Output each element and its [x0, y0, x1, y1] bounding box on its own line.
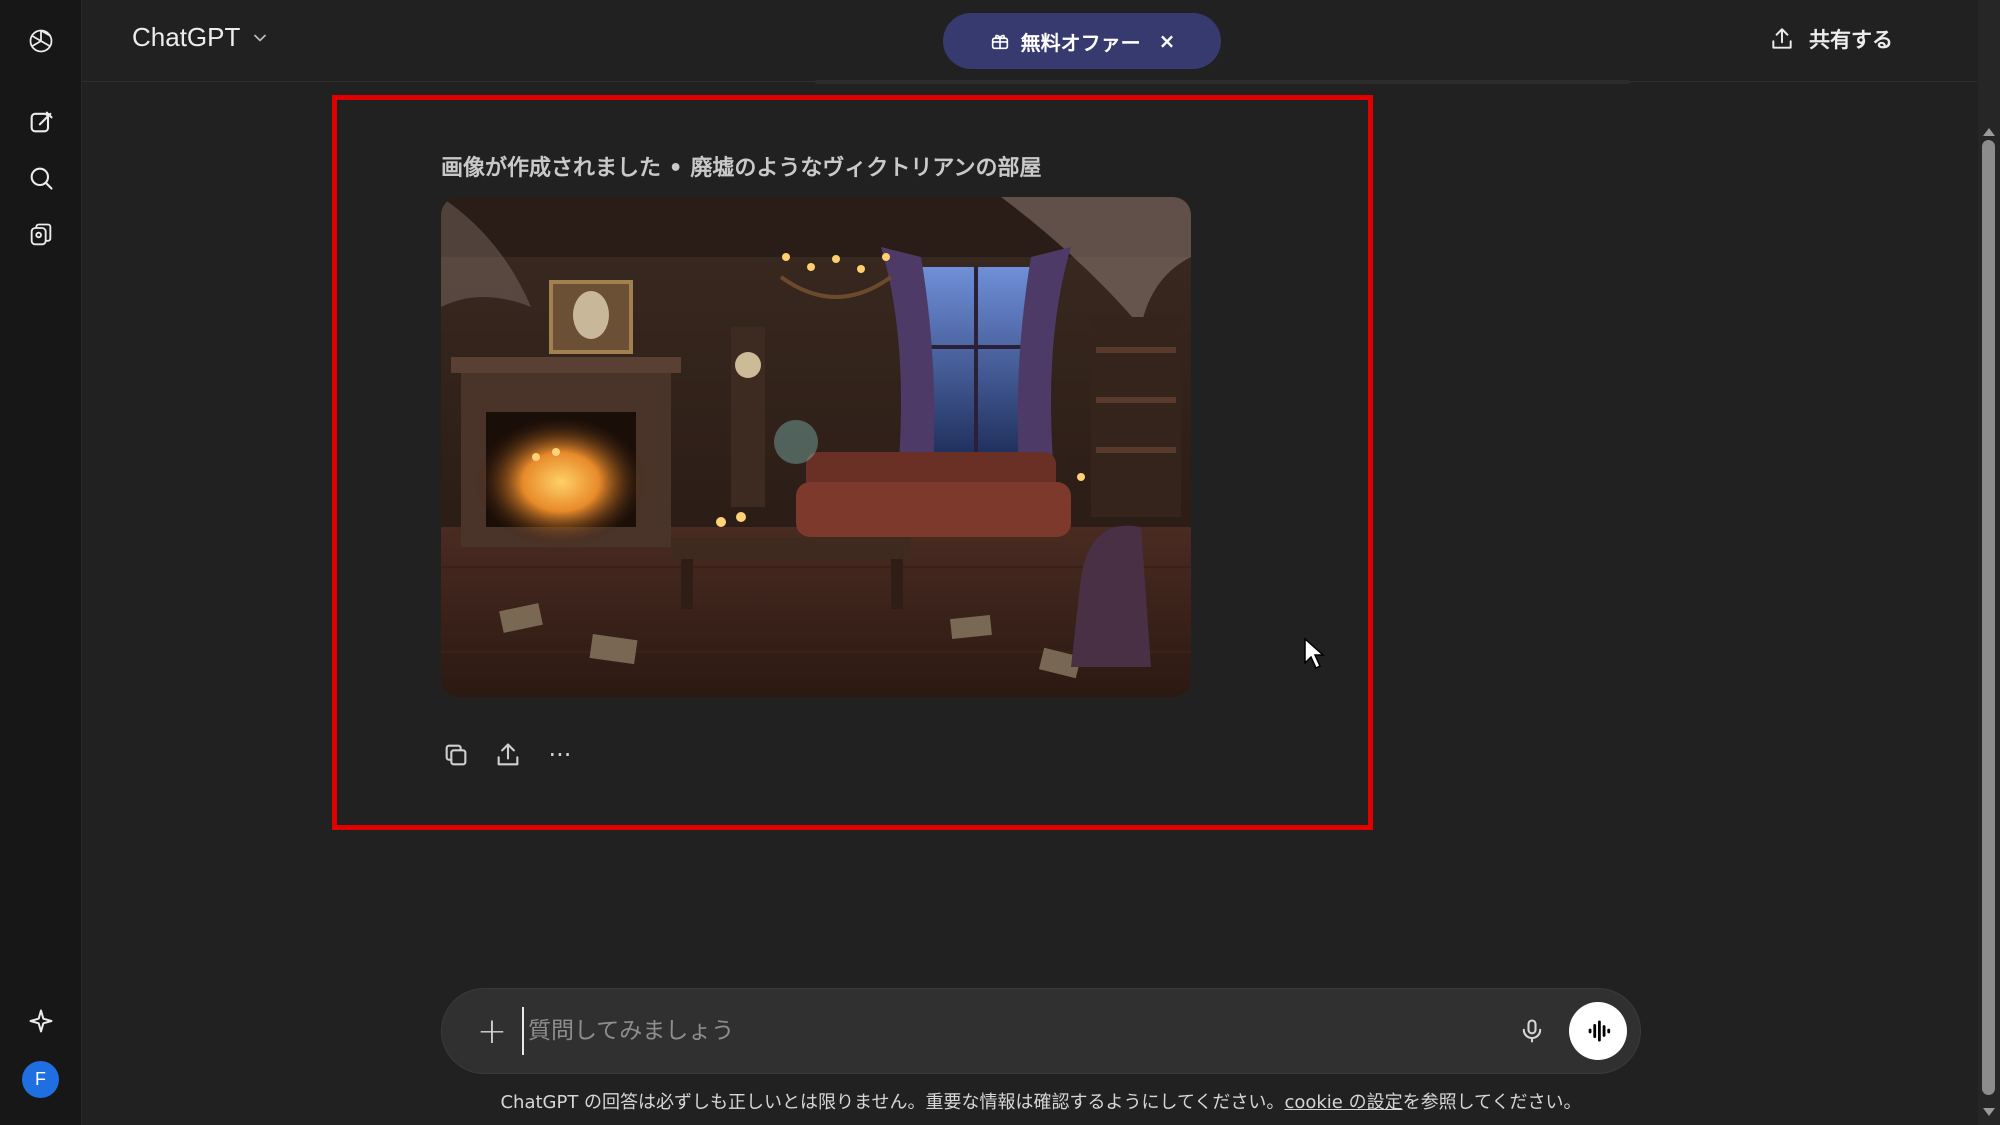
share-image-button[interactable] [493, 740, 523, 770]
header-divider [815, 80, 1630, 84]
scroll-down-arrow-icon[interactable] [1983, 1108, 1995, 1116]
mouse-cursor-icon [1304, 637, 1325, 670]
more-icon: ··· [548, 741, 572, 769]
disclaimer-suffix: を参照してください。 [1402, 1092, 1582, 1113]
cookie-settings-link[interactable]: cookie の設定 [1284, 1092, 1402, 1113]
header: ChatGPT 無料オファー × 共有する ··· [82, 0, 2000, 82]
voice-waveform-icon [1588, 1020, 1611, 1042]
share-icon [497, 743, 519, 766]
victorian-room-illustration [441, 197, 1191, 697]
scrollbar-thumb[interactable] [1982, 140, 1995, 1095]
share-button[interactable]: 共有する [1769, 24, 1893, 54]
new-chat-icon[interactable] [20, 101, 62, 143]
free-offer-pill[interactable]: 無料オファー × [943, 13, 1221, 69]
composer: + [441, 988, 1641, 1074]
scroll-up-arrow-icon[interactable] [1983, 128, 1995, 136]
model-switcher[interactable]: ChatGPT [132, 22, 270, 53]
offer-close-button[interactable]: × [1159, 29, 1176, 53]
voice-mode-button[interactable] [1569, 1002, 1627, 1060]
avatar-initial: F [35, 1069, 46, 1089]
model-name: ChatGPT [132, 22, 241, 52]
image-caption: 画像が作成されました • 廃墟のようなヴィクトリアンの部屋 [441, 156, 1042, 181]
left-rail: F [0, 0, 82, 1125]
dictate-button[interactable] [1512, 1011, 1552, 1051]
upgrade-sparkle-icon[interactable] [20, 1000, 62, 1042]
search-icon[interactable] [20, 157, 62, 199]
microphone-icon [1522, 1019, 1542, 1043]
chevron-down-icon [254, 34, 267, 42]
offer-label: 無料オファー [1020, 30, 1141, 55]
disclaimer-text: ChatGPT の回答は必ずしも正しいとは限りません。重要な情報は確認するように… [500, 1092, 1285, 1113]
copy-icon [445, 744, 467, 766]
add-attachment-button[interactable]: + [470, 1009, 514, 1053]
share-icon [1772, 28, 1792, 49]
copy-button[interactable] [441, 740, 471, 770]
message-actions: ··· [441, 740, 575, 770]
prompt-input[interactable] [522, 1007, 1422, 1055]
gpts-library-icon[interactable] [20, 214, 62, 256]
disclaimer: ChatGPT の回答は必ずしも正しいとは限りません。重要な情報は確認するように… [0, 1088, 2000, 1114]
generated-image[interactable] [441, 197, 1191, 697]
more-options-button[interactable]: ··· [545, 740, 575, 770]
scrollbar[interactable] [1978, 0, 2000, 1125]
openai-logo-icon[interactable] [20, 20, 62, 62]
gift-icon [991, 34, 1008, 50]
share-label: 共有する [1809, 28, 1893, 52]
